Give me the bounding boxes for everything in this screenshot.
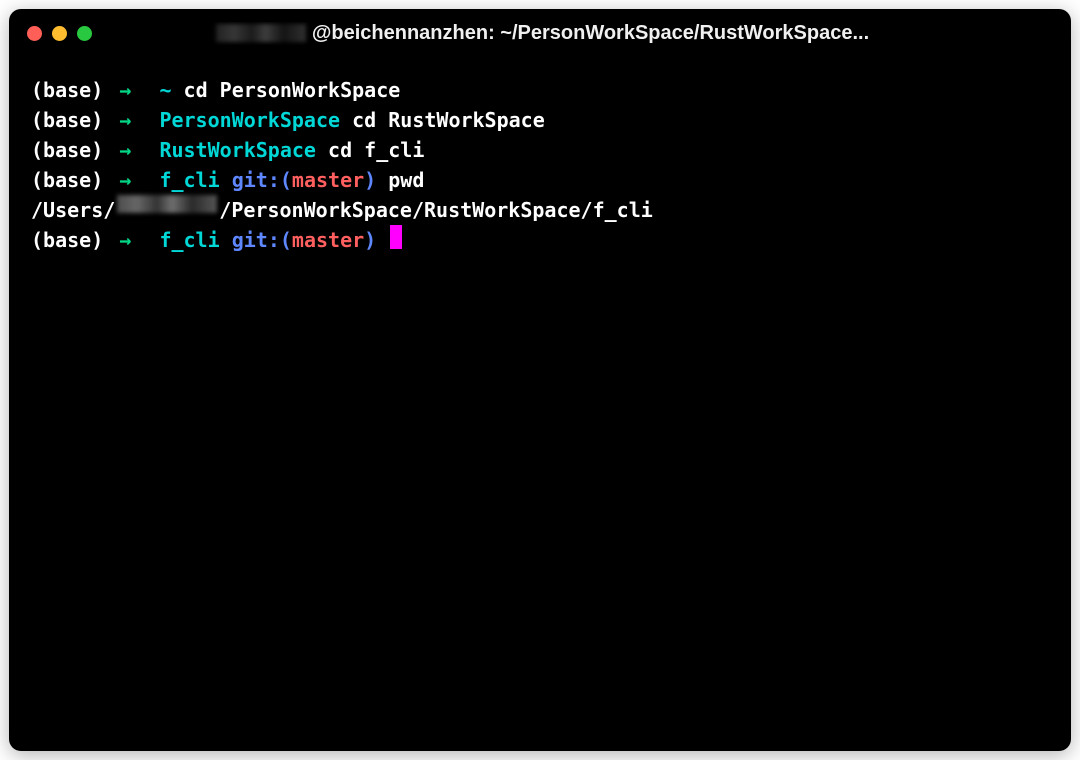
git-label: git: — [232, 225, 280, 255]
command-text: cd PersonWorkSpace — [184, 75, 401, 105]
window-title: @beichennanzhen: ~/PersonWorkSpace/RustW… — [32, 22, 1053, 45]
terminal-current-line[interactable]: (base) → f_cli git:(master) — [31, 225, 1049, 255]
prompt-arrow-icon: → — [115, 225, 135, 255]
env-label: (base) — [31, 105, 103, 135]
git-paren-open: ( — [280, 225, 292, 255]
terminal-line: (base) → RustWorkSpace cd f_cli — [31, 135, 1049, 165]
terminal-line: (base) → f_cli git:(master) pwd — [31, 165, 1049, 195]
git-branch: master — [292, 225, 364, 255]
git-paren-open: ( — [280, 165, 292, 195]
cwd: ~ — [159, 75, 171, 105]
git-label: git: — [232, 165, 280, 195]
git-paren-close: ) — [364, 165, 376, 195]
redacted-path — [117, 195, 217, 213]
cwd: f_cli — [159, 165, 219, 195]
cursor-icon — [390, 225, 402, 249]
prompt-arrow-icon: → — [115, 135, 135, 165]
git-paren-close: ) — [364, 225, 376, 255]
pwd-output-prefix: /Users/ — [31, 195, 115, 225]
title-bar: @beichennanzhen: ~/PersonWorkSpace/RustW… — [9, 9, 1071, 57]
terminal-line: (base) → ~ cd PersonWorkSpace — [31, 75, 1049, 105]
env-label: (base) — [31, 165, 103, 195]
command-text: cd f_cli — [328, 135, 424, 165]
command-text: cd RustWorkSpace — [352, 105, 545, 135]
prompt-arrow-icon: → — [115, 75, 135, 105]
env-label: (base) — [31, 75, 103, 105]
title-suffix: @beichennanzhen: ~/PersonWorkSpace/RustW… — [312, 22, 869, 45]
terminal-output-line: /Users/ /PersonWorkSpace/RustWorkSpace/f… — [31, 195, 1049, 225]
cwd: RustWorkSpace — [159, 135, 316, 165]
command-text: pwd — [388, 165, 424, 195]
cwd: f_cli — [159, 225, 219, 255]
git-branch: master — [292, 165, 364, 195]
terminal-line: (base) → PersonWorkSpace cd RustWorkSpac… — [31, 105, 1049, 135]
redacted-user — [216, 24, 306, 42]
env-label: (base) — [31, 225, 103, 255]
prompt-arrow-icon: → — [115, 105, 135, 135]
pwd-output-suffix: /PersonWorkSpace/RustWorkSpace/f_cli — [219, 195, 652, 225]
terminal-window: @beichennanzhen: ~/PersonWorkSpace/RustW… — [9, 9, 1071, 751]
cwd: PersonWorkSpace — [159, 105, 340, 135]
terminal-body[interactable]: (base) → ~ cd PersonWorkSpace (base) → P… — [9, 57, 1071, 751]
prompt-arrow-icon: → — [115, 165, 135, 195]
env-label: (base) — [31, 135, 103, 165]
